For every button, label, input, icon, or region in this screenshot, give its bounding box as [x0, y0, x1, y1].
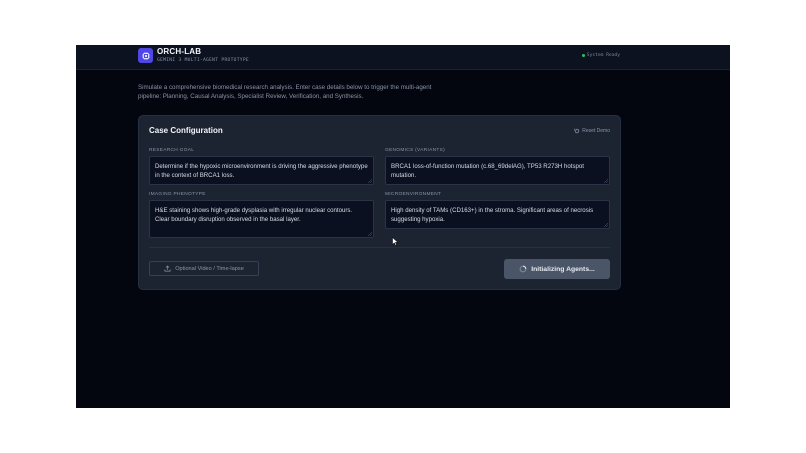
microenvironment-label: MICROENVIRONMENT — [385, 192, 442, 197]
microenvironment-value: High density of TAMs (CD163+) in the str… — [391, 207, 594, 223]
genomics-value: BRCA1 loss-of-function mutation (c.68_69… — [391, 163, 584, 179]
divider — [149, 247, 610, 248]
resize-handle-icon[interactable] — [604, 223, 608, 227]
upload-icon — [164, 265, 171, 272]
imaging-phenotype-field[interactable]: H&E staining shows high-grade dysplasia … — [149, 200, 374, 238]
case-configuration-card: Case Configuration Reset Demo RESEARCH G… — [138, 115, 621, 290]
research-goal-field[interactable]: Determine if the hypoxic microenvironmen… — [149, 156, 374, 185]
system-status: System Ready — [581, 53, 620, 58]
imaging-phenotype-value: H&E staining shows high-grade dysplasia … — [155, 207, 353, 223]
brand-title: ORCH-LAB — [157, 47, 202, 56]
genomics-label: GENOMICS (VARIANTS) — [385, 148, 445, 153]
intro-description: Simulate a comprehensive biomedical rese… — [138, 84, 432, 100]
status-dot-icon — [581, 54, 585, 57]
reset-icon — [574, 128, 580, 134]
run-analysis-button[interactable]: Initializing Agents... — [504, 259, 610, 279]
upload-label: Optional Video / Time-lapse — [175, 265, 244, 272]
top-bar: ORCH-LAB GEMINI 3 MULTI-AGENT PROTOTYPE … — [76, 45, 730, 70]
imaging-phenotype-label: IMAGING PHENOTYPE — [149, 192, 206, 197]
upload-video-button[interactable]: Optional Video / Time-lapse — [149, 261, 259, 276]
app-window: ORCH-LAB GEMINI 3 MULTI-AGENT PROTOTYPE … — [76, 45, 730, 408]
spinner-icon — [519, 265, 527, 273]
cpu-icon — [138, 48, 153, 63]
resize-handle-icon[interactable] — [604, 179, 608, 183]
research-goal-value: Determine if the hypoxic microenvironmen… — [155, 163, 368, 179]
status-text: System Ready — [586, 53, 620, 58]
brand-subtitle: GEMINI 3 MULTI-AGENT PROTOTYPE — [157, 58, 249, 63]
mouse-cursor-icon — [392, 237, 399, 246]
resize-handle-icon[interactable] — [368, 232, 372, 236]
research-goal-label: RESEARCH GOAL — [149, 148, 195, 153]
reset-demo-button[interactable]: Reset Demo — [574, 128, 610, 134]
card-title: Case Configuration — [149, 126, 223, 135]
reset-demo-label: Reset Demo — [582, 128, 610, 134]
resize-handle-icon[interactable] — [368, 179, 372, 183]
genomics-field[interactable]: BRCA1 loss-of-function mutation (c.68_69… — [385, 156, 610, 185]
run-label: Initializing Agents... — [531, 265, 595, 273]
microenvironment-field[interactable]: High density of TAMs (CD163+) in the str… — [385, 200, 610, 229]
